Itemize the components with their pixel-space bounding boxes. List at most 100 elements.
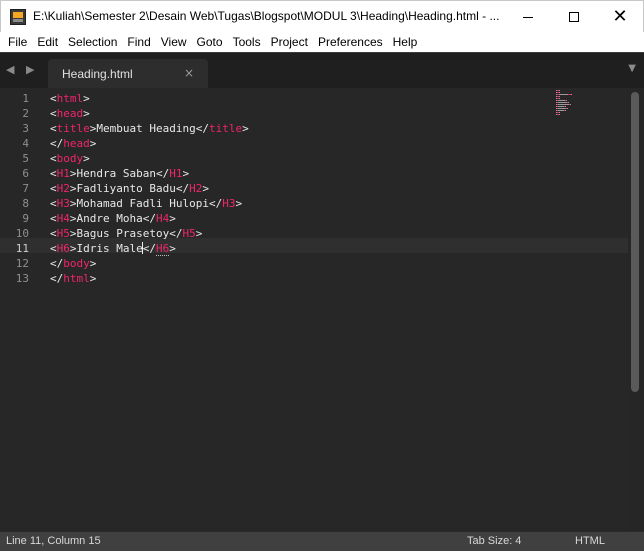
code-token-bracket: < [50, 107, 57, 120]
code-token-bracket: < [50, 227, 57, 240]
code-token-text: Andre Moha [76, 212, 143, 225]
line-number: 13 [15, 272, 29, 285]
maximize-button[interactable] [551, 1, 597, 33]
code-token-bracket: > [69, 167, 77, 180]
minimap-stroke [559, 96, 560, 97]
code-token-bracket: > [182, 167, 190, 180]
code-token-bracket: < [50, 167, 57, 180]
line-number: 10 [15, 227, 29, 240]
line-number: 6 [22, 167, 29, 180]
code-line[interactable]: <body> [50, 151, 90, 166]
code-token-tag: title [208, 122, 243, 135]
code-token-tag: H4 [155, 212, 170, 225]
menu-bar: File Edit Selection Find View Goto Tools… [0, 32, 644, 52]
window-title: E:\Kuliah\Semester 2\Desain Web\Tugas\Bl… [33, 9, 500, 23]
code-token-text: Membuat Heading [96, 122, 196, 135]
line-number-gutter: 1 2 3 4 5 6 7 8 9 10 11 12 13 [0, 88, 36, 531]
status-bar: Line 11, Column 15 Tab Size: 4 HTML [0, 531, 644, 551]
code-line[interactable]: <title>Membuat Heading</title> [50, 121, 249, 136]
minimap-stroke [558, 108, 565, 109]
menu-project[interactable]: Project [266, 32, 313, 52]
line-number: 2 [22, 107, 29, 120]
code-token-bracket: > [69, 242, 77, 255]
code-token-tag: html [63, 272, 90, 285]
code-line[interactable]: <H5>Bagus Prasetoy</H5> [50, 226, 202, 241]
code-token-bracket: > [202, 182, 209, 195]
maximize-icon [569, 12, 579, 22]
code-token-text: Fadliyanto Badu [76, 182, 176, 195]
menu-view[interactable]: View [156, 32, 192, 52]
close-button[interactable]: ✕ [597, 1, 643, 33]
menu-preferences[interactable]: Preferences [313, 32, 388, 52]
code-line[interactable]: </head> [50, 136, 96, 151]
code-token-tag: head [63, 137, 90, 150]
menu-help[interactable]: Help [388, 32, 423, 52]
code-token-bracket: > [83, 107, 90, 120]
code-line[interactable]: <html> [50, 91, 90, 106]
code-token-tag: H6 [56, 242, 70, 255]
minimap[interactable] [556, 88, 584, 116]
code-token-bracket: > [69, 197, 77, 210]
code-token-bracket: > [89, 257, 97, 270]
syntax-selector[interactable]: HTML [575, 535, 605, 547]
minimap-stroke [570, 94, 572, 95]
menu-tools[interactable]: Tools [228, 32, 266, 52]
minimap-stroke [570, 104, 571, 105]
line-number: 3 [22, 122, 29, 135]
code-token-tag: H2 [56, 182, 70, 195]
code-token-tag: H3 [222, 197, 236, 210]
menu-edit[interactable]: Edit [32, 32, 63, 52]
menu-find[interactable]: Find [122, 32, 155, 52]
code-line[interactable]: <H1>Hendra Saban</H1> [50, 166, 189, 181]
menu-selection[interactable]: Selection [63, 32, 122, 52]
minimap-stroke [558, 104, 568, 105]
line-number: 8 [22, 197, 29, 210]
code-token-bracket: </ [155, 167, 170, 180]
code-line[interactable]: <H3>Mohamad Fadli Hulopi</H3> [50, 196, 242, 211]
code-token-tag: H2 [189, 182, 203, 195]
minimap-stroke [558, 102, 566, 103]
tab-close-icon[interactable]: × [184, 66, 194, 80]
tab-list-dropdown-icon[interactable]: ▼ [628, 63, 636, 74]
vertical-scrollbar[interactable] [628, 88, 644, 531]
code-token-tag: H4 [56, 212, 70, 225]
tab-nav-arrows-icon[interactable]: ◀ ▶ [6, 63, 38, 76]
code-token-bracket: > [242, 122, 249, 135]
code-token-bracket: < [50, 92, 57, 105]
code-token-bracket: > [83, 152, 90, 165]
code-line[interactable]: <head> [50, 106, 90, 121]
minimap-stroke [566, 100, 567, 101]
code-token-bracket: </ [142, 242, 156, 255]
tab-bar: ◀ ▶ Heading.html × ▼ [0, 52, 644, 89]
minimap-stroke [567, 108, 568, 109]
code-token-tag: H5 [56, 227, 70, 240]
tab-heading-html[interactable]: Heading.html × [48, 59, 208, 89]
code-token-bracket: </ [50, 257, 64, 270]
minimap-stroke [559, 94, 567, 95]
code-token-tag: H3 [56, 197, 70, 210]
code-token-text: Mohamad Fadli Hulopi [76, 197, 209, 210]
code-line[interactable]: <H4>Andre Moha</H4> [50, 211, 176, 226]
tab-size-selector[interactable]: Tab Size: 4 [467, 535, 521, 547]
tab-label: Heading.html [62, 67, 133, 81]
code-token-bracket: > [69, 227, 77, 240]
line-number: 1 [22, 92, 29, 105]
minimize-button[interactable] [505, 1, 551, 33]
code-line[interactable]: <H6>Idris Male</H6> [50, 241, 176, 256]
code-editor[interactable]: 1 2 3 4 5 6 7 8 9 10 11 12 13 <html> <head> <title>Mem… [0, 88, 644, 531]
code-token-bracket: </ [195, 122, 209, 135]
scrollbar-thumb[interactable] [631, 92, 639, 392]
code-token-bracket: < [50, 182, 57, 195]
code-token-bracket: > [69, 182, 77, 195]
line-number: 11 [15, 242, 29, 255]
code-line[interactable]: </html> [50, 271, 96, 286]
code-token-text: Hendra Saban [76, 167, 156, 180]
minimap-stroke [565, 110, 566, 111]
code-line[interactable]: </body> [50, 256, 96, 271]
code-token-tag: html [56, 92, 84, 105]
menu-goto[interactable]: Goto [192, 32, 228, 52]
menu-file[interactable]: File [3, 32, 32, 52]
line-number: 7 [22, 182, 29, 195]
code-line[interactable]: <H2>Fadliyanto Badu</H2> [50, 181, 209, 196]
line-number: 12 [15, 257, 29, 270]
